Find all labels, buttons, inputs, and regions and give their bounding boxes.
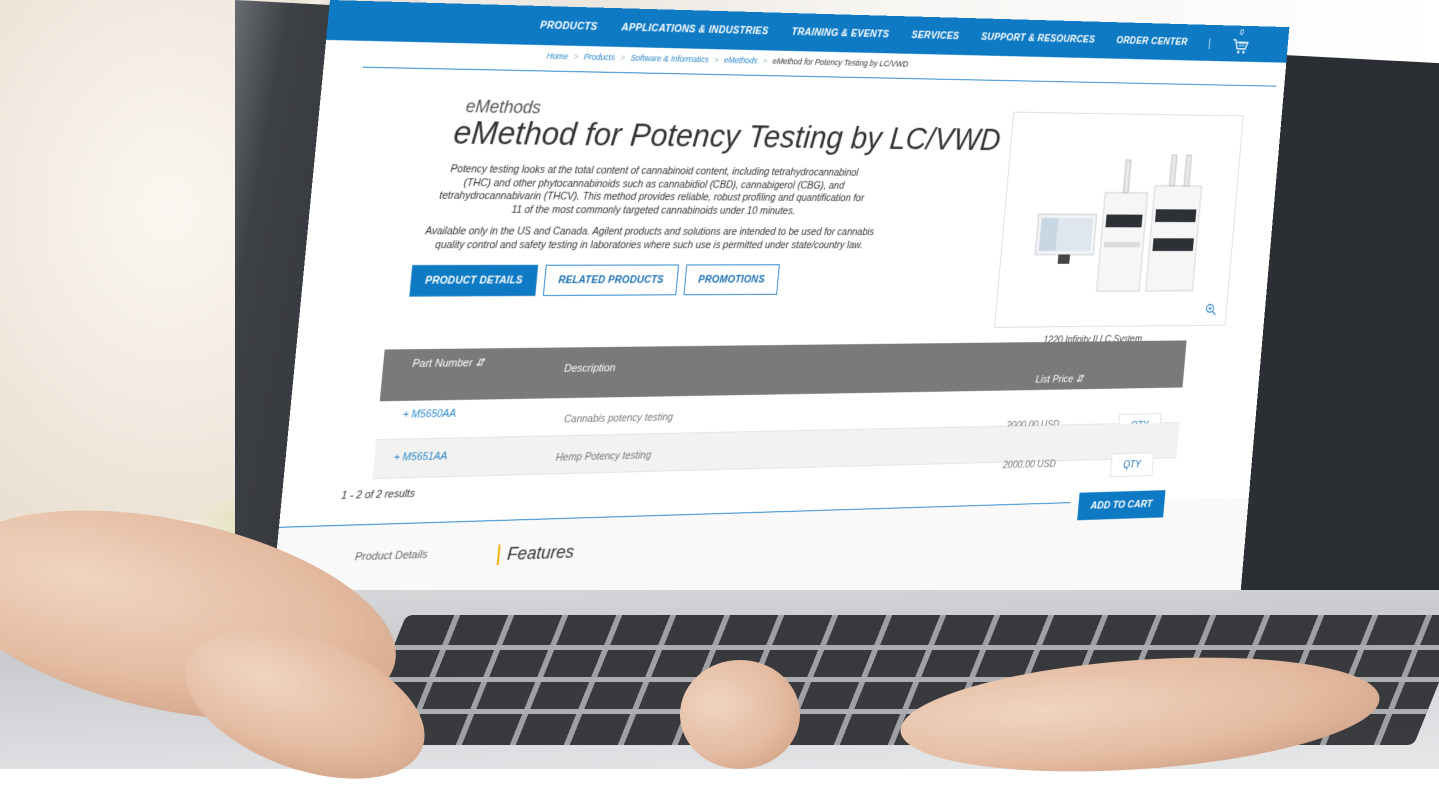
cart-icon	[1231, 36, 1250, 56]
product-tabs: PRODUCT DETAILS RELATED PRODUCTS PROMOTI…	[409, 264, 779, 296]
header-list-price[interactable]: List Price ⇵	[1035, 373, 1084, 386]
breadcrumb-separator: >	[714, 55, 719, 65]
header-description: Description	[564, 362, 616, 374]
part-number-link[interactable]: + M5650AA	[402, 408, 456, 421]
lc-system-illustration	[995, 113, 1243, 327]
breadcrumb-separator: >	[762, 56, 767, 66]
breadcrumb-separator: >	[620, 53, 625, 63]
tab-promotions[interactable]: PROMOTIONS	[683, 264, 779, 295]
sort-icon: ⇵	[475, 357, 485, 369]
nav-order-center[interactable]: ORDER CENTER	[1116, 35, 1188, 48]
breadcrumb-products[interactable]: Products	[583, 52, 615, 62]
breadcrumb-home[interactable]: Home	[546, 51, 568, 61]
nav-training-events[interactable]: TRAINING & EVENTS	[791, 26, 890, 40]
nav-support-resources[interactable]: SUPPORT & RESOURCES	[981, 31, 1096, 45]
breadcrumb-divider	[363, 67, 1277, 87]
row-description: Cannabis potency testing	[564, 412, 674, 426]
nav-separator: |	[1208, 37, 1212, 50]
nav-applications-industries[interactable]: APPLICATIONS & INDUSTRIES	[621, 22, 769, 37]
nav-products[interactable]: PRODUCTS	[540, 20, 598, 33]
breadcrumb-software-informatics[interactable]: Software & Informatics	[630, 53, 709, 64]
features-heading: Features	[497, 542, 575, 565]
availability-notice: Available only in the US and Canada. Agi…	[423, 225, 875, 252]
cart-button[interactable]: 0	[1231, 31, 1252, 57]
qty-input[interactable]: QTY	[1110, 452, 1155, 477]
key-row-gap	[392, 645, 1439, 650]
row-description: Hemp Potency testing	[555, 450, 651, 464]
parts-table: Part Number ⇵ Description List Price ⇵ +…	[372, 340, 1186, 479]
breadcrumb-emethods[interactable]: eMethods	[724, 55, 758, 65]
results-count: 1 - 2 of 2 results	[341, 488, 416, 502]
part-number-link[interactable]: + M5651AA	[393, 450, 447, 463]
sort-icon: ⇵	[1075, 374, 1084, 385]
product-image[interactable]	[994, 112, 1244, 328]
add-to-cart-button[interactable]: ADD TO CART	[1077, 490, 1165, 520]
tab-related-products[interactable]: RELATED PRODUCTS	[543, 265, 679, 296]
row-price: 2000.00 USD	[1002, 459, 1056, 471]
product-description: Potency testing looks at the total conte…	[434, 163, 869, 218]
header-part-number[interactable]: Part Number ⇵	[412, 356, 485, 370]
cart-count: 0	[1239, 28, 1244, 37]
right-thumb	[680, 660, 800, 769]
breadcrumb: Home > Products > Software & Informatics…	[546, 51, 908, 69]
nav-services[interactable]: SERVICES	[911, 30, 960, 42]
tab-product-details[interactable]: PRODUCT DETAILS	[409, 265, 538, 297]
breadcrumb-separator: >	[573, 52, 579, 62]
laptop-screen: PRODUCTS APPLICATIONS & INDUSTRIES TRAIN…	[268, 0, 1290, 643]
breadcrumb-current: eMethod for Potency Testing by LC/VWD	[772, 56, 908, 68]
zoom-in-icon[interactable]	[1205, 303, 1217, 316]
page-title: eMethod for Potency Testing by LC/VWD	[452, 114, 1002, 158]
